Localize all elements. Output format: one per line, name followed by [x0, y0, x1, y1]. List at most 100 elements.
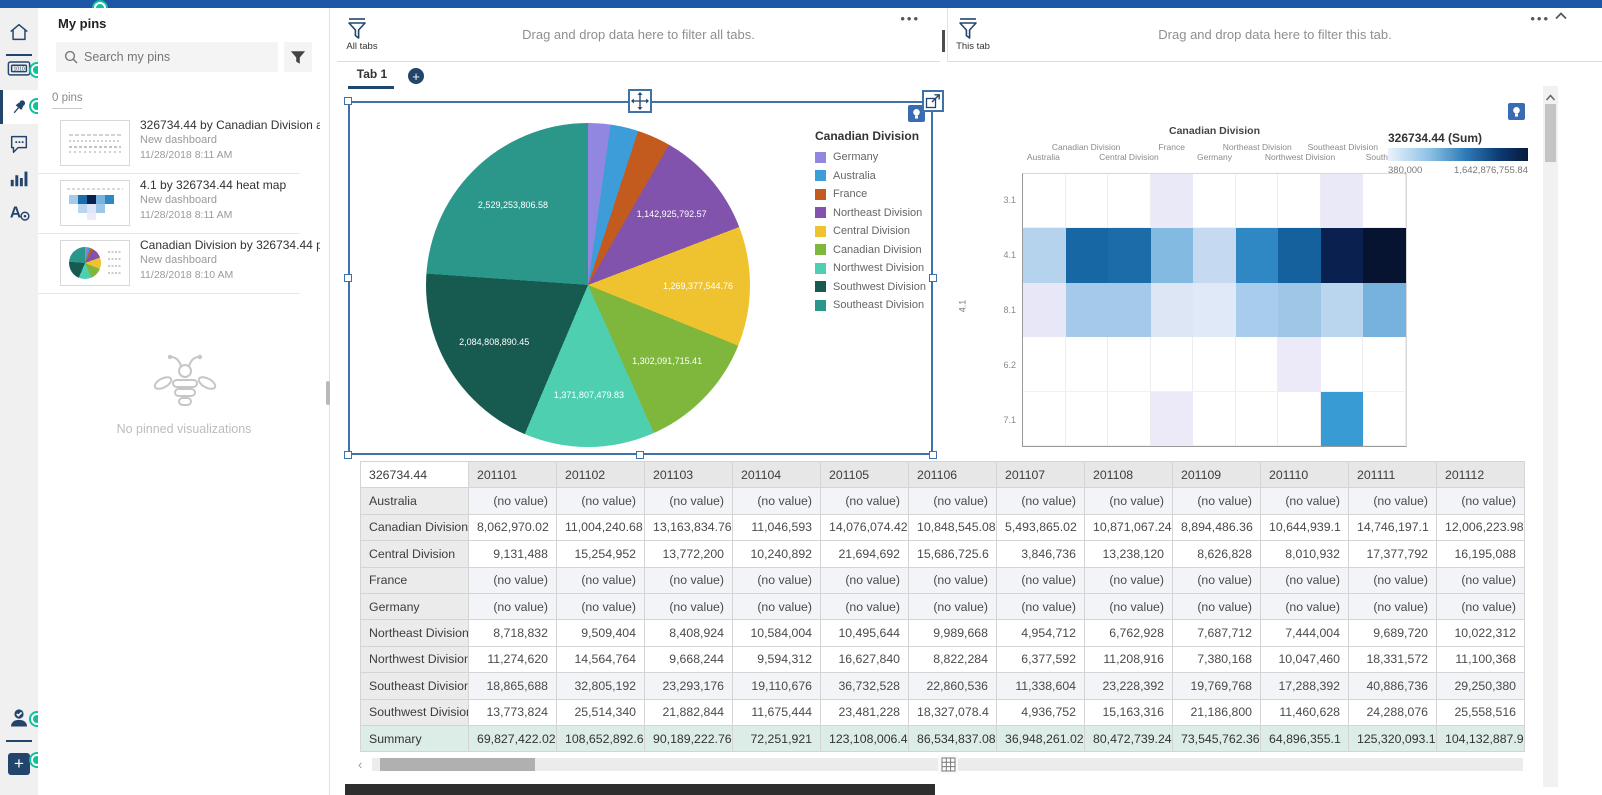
table-cell[interactable]: 8,626,828 — [1173, 541, 1261, 567]
table-cell[interactable]: 19,110,676 — [733, 673, 821, 699]
table-cell[interactable]: (no value) — [1085, 488, 1173, 514]
heatmap-cell[interactable] — [1151, 392, 1194, 446]
table-cell[interactable]: (no value) — [909, 593, 997, 619]
table-cell[interactable]: 7,380,168 — [1173, 646, 1261, 672]
table-scrollbar-thumb[interactable] — [380, 758, 535, 771]
heatmap-cell[interactable] — [1193, 174, 1236, 228]
table-cell[interactable]: 23,481,228 — [821, 699, 909, 725]
sidebar-item-text[interactable]: A — [0, 196, 38, 228]
table-cell[interactable]: 6,762,928 — [1085, 620, 1173, 646]
heatmap-cell[interactable] — [1193, 283, 1236, 337]
table-cell[interactable]: (no value) — [1173, 593, 1261, 619]
table-cell[interactable]: 9,131,488 — [469, 541, 557, 567]
page-vertical-scrollbar-track[interactable] — [1543, 86, 1558, 787]
legend-item[interactable]: Southeast Division — [815, 299, 933, 311]
table-cell[interactable]: (no value) — [821, 593, 909, 619]
table-cell[interactable]: 104,132,887.98 — [1437, 725, 1525, 751]
table-cell[interactable]: 11,100,368 — [1437, 646, 1525, 672]
table-cell[interactable]: 9,594,312 — [733, 646, 821, 672]
table-cell[interactable]: 108,652,892.68 — [557, 725, 645, 751]
table-cell[interactable]: 13,163,834.76 — [645, 514, 733, 540]
page-horizontal-scrollbar-thumb[interactable] — [345, 784, 935, 795]
pin-list-item[interactable]: 326734.44 by Canadian Division and 2... … — [44, 114, 324, 172]
table-cell[interactable]: 9,989,668 — [909, 620, 997, 646]
table-cell[interactable]: (no value) — [645, 488, 733, 514]
table-cell[interactable]: 10,495,644 — [821, 620, 909, 646]
table-cell[interactable]: 9,689,720 — [1349, 620, 1437, 646]
table-cell[interactable]: 11,004,240.68 — [557, 514, 645, 540]
table-cell[interactable]: 4,954,712 — [997, 620, 1085, 646]
table-cell[interactable]: (no value) — [733, 593, 821, 619]
heatmap-cell[interactable] — [1066, 283, 1109, 337]
heatmap-cell[interactable] — [1278, 283, 1321, 337]
table-cell[interactable]: 12,006,223.98 — [1437, 514, 1525, 540]
heatmap-cell[interactable] — [1023, 174, 1066, 228]
table-cell[interactable]: (no value) — [469, 488, 557, 514]
table-cell[interactable]: (no value) — [909, 567, 997, 593]
table-cell[interactable]: 125,320,093.1 — [1349, 725, 1437, 751]
table-cell[interactable]: 32,805,192 — [557, 673, 645, 699]
sidebar-item-visualizations[interactable] — [0, 162, 38, 194]
table-cell[interactable]: 29,250,380 — [1437, 673, 1525, 699]
table-cell[interactable]: 10,644,939.1 — [1261, 514, 1349, 540]
panel-splitter-handle[interactable] — [326, 381, 330, 405]
pie-chart-widget[interactable]: 1,142,925,792.571,269,377,544.761,302,09… — [348, 101, 933, 455]
heatmap-cell[interactable] — [1321, 228, 1364, 282]
table-cell[interactable]: 7,444,004 — [1261, 620, 1349, 646]
heatmap-cell[interactable] — [1023, 283, 1066, 337]
legend-item[interactable]: Canadian Division — [815, 244, 933, 256]
table-cell[interactable]: 22,860,536 — [909, 673, 997, 699]
table-cell[interactable]: (no value) — [557, 567, 645, 593]
table-cell[interactable]: 8,822,284 — [909, 646, 997, 672]
table-cell[interactable]: (no value) — [1349, 567, 1437, 593]
table-cell[interactable]: 36,948,261.02 — [997, 725, 1085, 751]
table-cell[interactable]: (no value) — [733, 488, 821, 514]
heatmap-cell[interactable] — [1321, 174, 1364, 228]
resize-handle-bottom-right[interactable] — [929, 451, 937, 459]
table-cell[interactable]: 13,238,120 — [1085, 541, 1173, 567]
table-cell[interactable]: (no value) — [909, 488, 997, 514]
resize-handle-bottom[interactable] — [636, 451, 644, 459]
table-cell[interactable]: 40,886,736 — [1349, 673, 1437, 699]
heatmap-cell[interactable] — [1363, 174, 1406, 228]
heatmap-cell[interactable] — [1278, 337, 1321, 391]
table-cell[interactable]: 16,195,088 — [1437, 541, 1525, 567]
table-cell[interactable]: 36,732,528 — [821, 673, 909, 699]
table-cell[interactable]: 13,773,824 — [469, 699, 557, 725]
heatmap-cell[interactable] — [1363, 228, 1406, 282]
table-cell[interactable]: (no value) — [1261, 567, 1349, 593]
sidebar-item-assistant[interactable] — [0, 128, 38, 160]
table-cell[interactable]: 23,293,176 — [645, 673, 733, 699]
heatmap-cell[interactable] — [1023, 337, 1066, 391]
resize-handle-right[interactable] — [929, 274, 937, 282]
heatmap-cell[interactable] — [1236, 283, 1279, 337]
heatmap-cell[interactable] — [1278, 392, 1321, 446]
table-cell[interactable]: 8,062,970.02 — [469, 514, 557, 540]
table-cell[interactable]: (no value) — [469, 593, 557, 619]
table-cell[interactable]: (no value) — [1437, 593, 1525, 619]
filter-bar-drag-handle[interactable] — [942, 30, 945, 52]
table-cell[interactable]: 14,564,764 — [557, 646, 645, 672]
table-cell[interactable]: (no value) — [1437, 567, 1525, 593]
table-cell[interactable]: 17,377,792 — [1349, 541, 1437, 567]
pins-filter-button[interactable] — [284, 42, 312, 72]
heatmap-cell[interactable] — [1363, 392, 1406, 446]
expand-widget-button[interactable] — [922, 90, 944, 112]
table-cell[interactable]: 123,108,006.42 — [821, 725, 909, 751]
table-cell[interactable]: 11,274,620 — [469, 646, 557, 672]
table-cell[interactable]: 23,228,392 — [1085, 673, 1173, 699]
table-cell[interactable]: (no value) — [1261, 593, 1349, 619]
table-cell[interactable]: 15,254,952 — [557, 541, 645, 567]
table-scroll-left-button[interactable]: ‹ — [358, 757, 362, 772]
table-cell[interactable]: 73,545,762.36 — [1173, 725, 1261, 751]
collapse-filter-bar-button[interactable] — [1548, 9, 1574, 26]
table-cell[interactable]: 15,686,725.6 — [909, 541, 997, 567]
table-cell[interactable]: (no value) — [733, 567, 821, 593]
table-cell[interactable]: 3,846,736 — [997, 541, 1085, 567]
scroll-up-button[interactable] — [1545, 90, 1556, 105]
resize-handle-left[interactable] — [344, 274, 352, 282]
legend-item[interactable]: Germany — [815, 151, 933, 163]
table-cell[interactable]: (no value) — [997, 567, 1085, 593]
heatmap-cell[interactable] — [1321, 283, 1364, 337]
table-cell[interactable]: (no value) — [557, 488, 645, 514]
